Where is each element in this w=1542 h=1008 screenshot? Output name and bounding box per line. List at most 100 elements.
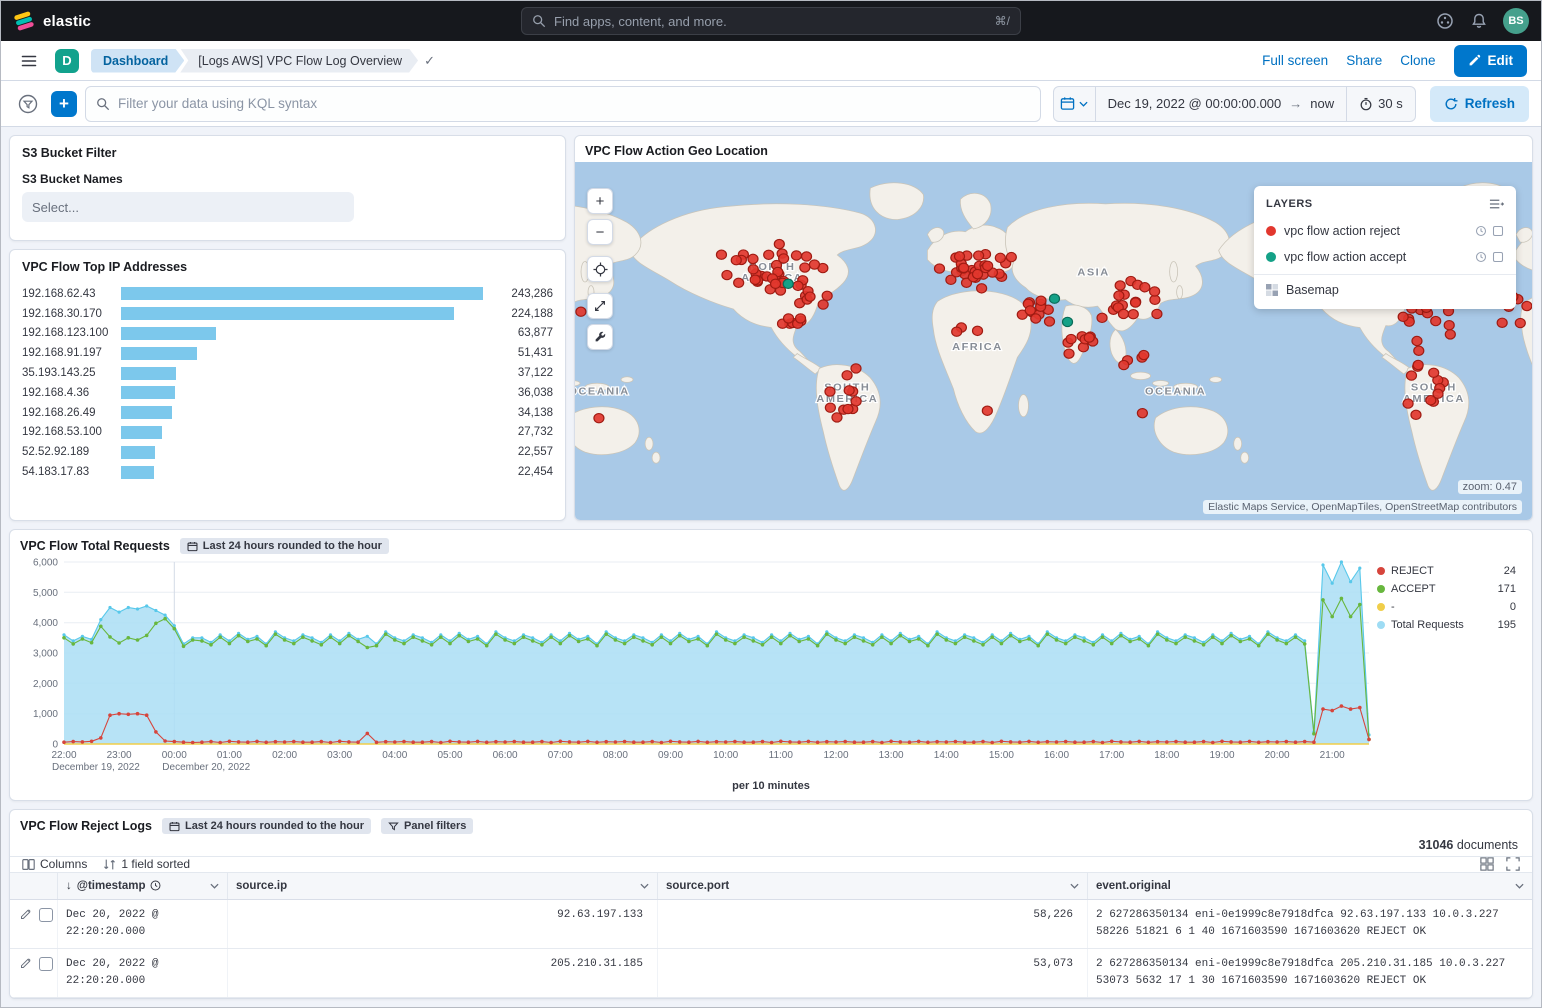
user-avatar[interactable]: BS <box>1503 8 1529 34</box>
panel-title: S3 Bucket Filter <box>22 146 553 160</box>
kql-input[interactable] <box>118 96 1030 111</box>
layer-action-icons[interactable] <box>1475 251 1504 263</box>
breadcrumb-dashboard[interactable]: Dashboard <box>91 49 184 73</box>
ip-bar[interactable] <box>121 406 172 419</box>
cell-source-port: 53,073 <box>658 949 1088 997</box>
layers-collapse-icon[interactable] <box>1489 198 1504 210</box>
header-source-ip[interactable]: source.ip <box>228 873 658 899</box>
breadcrumb-current-dashboard[interactable]: [Logs AWS] VPC Flow Log Overview <box>180 49 418 73</box>
basemap-layer-row[interactable]: Basemap <box>1254 274 1516 303</box>
calendar-dropdown-button[interactable] <box>1054 87 1096 121</box>
display-options-icon[interactable] <box>1480 857 1494 871</box>
svg-text:AFRICA: AFRICA <box>952 341 1003 353</box>
ip-value: 22,557 <box>493 446 553 458</box>
fit-to-data-button[interactable] <box>587 293 613 319</box>
fullscreen-icon[interactable] <box>1506 857 1520 871</box>
ip-bar[interactable] <box>121 466 154 479</box>
refresh-button[interactable]: Refresh <box>1430 86 1529 122</box>
layers-title: LAYERS <box>1266 198 1313 210</box>
menu-hamburger-icon[interactable] <box>15 47 43 75</box>
sort-fields-button-label: 1 field sorted <box>121 857 190 871</box>
legend-item[interactable]: -0 <box>1377 598 1516 616</box>
legend-item[interactable]: ACCEPT171 <box>1377 580 1516 598</box>
map-area[interactable]: NORTHAMERICASOUTHAMERICAAFRICAASIAOCEANI… <box>575 162 1532 520</box>
kql-search-bar[interactable] <box>85 86 1041 122</box>
full-screen-link[interactable]: Full screen <box>1262 53 1328 68</box>
svg-text:December 20, 2022: December 20, 2022 <box>162 762 250 773</box>
ip-bar-row: 192.168.62.43243,286 <box>22 284 553 304</box>
top-ip-addresses-panel: VPC Flow Top IP Addresses 192.168.62.432… <box>9 249 566 521</box>
sort-fields-button[interactable]: 1 field sorted <box>103 857 190 871</box>
set-view-crosshair-button[interactable] <box>587 256 613 282</box>
svg-text:04:00: 04:00 <box>382 750 407 761</box>
total-requests-plot[interactable]: 01,0002,0003,0004,0005,0006,00022:0023:0… <box>20 556 1375 778</box>
svg-text:14:00: 14:00 <box>934 750 959 761</box>
search-icon <box>96 97 110 111</box>
global-search-input[interactable] <box>554 14 987 29</box>
header-timestamp[interactable]: ↓ @timestamp <box>58 873 228 899</box>
map-tools-wrench-button[interactable] <box>587 324 613 350</box>
s3-bucket-select[interactable]: Select... <box>22 192 354 222</box>
chevron-down-icon[interactable] <box>1070 883 1079 889</box>
header-event-original[interactable]: event.original <box>1088 873 1532 899</box>
clock-icon <box>150 880 161 891</box>
svg-text:13:00: 13:00 <box>879 750 904 761</box>
ip-bar[interactable] <box>121 446 155 459</box>
layer-row[interactable]: vpc flow action reject <box>1254 218 1516 244</box>
ip-bar[interactable] <box>121 327 216 340</box>
space-badge[interactable]: D <box>55 49 79 73</box>
ip-bar-track <box>121 367 483 380</box>
date-start[interactable]: Dec 19, 2022 @ 00:00:00.000 <box>1108 96 1282 111</box>
svg-text:21:00: 21:00 <box>1320 750 1345 761</box>
refresh-interval-button[interactable]: 30 s <box>1346 87 1415 121</box>
time-range-badge-label: Last 24 hours rounded to the hour <box>203 540 382 552</box>
ip-bar[interactable] <box>121 386 175 399</box>
row-checkbox[interactable] <box>39 957 53 971</box>
legend-item[interactable]: Total Requests195 <box>1377 616 1516 634</box>
chevron-down-icon[interactable] <box>640 883 649 889</box>
expand-row-icon[interactable] <box>20 957 32 997</box>
panel-title: VPC Flow Action Geo Location <box>575 136 1532 162</box>
ip-bar-row: 192.168.4.3636,038 <box>22 383 553 403</box>
layer-row[interactable]: vpc flow action accept <box>1254 244 1516 270</box>
alerts-bell-icon[interactable] <box>1469 11 1489 31</box>
header-source-port[interactable]: source.port <box>658 873 1088 899</box>
ip-bar-track <box>121 446 483 459</box>
ip-bar[interactable] <box>121 367 176 380</box>
filter-menu-icon[interactable] <box>13 89 43 119</box>
svg-text:0: 0 <box>52 740 58 751</box>
legend-item[interactable]: REJECT24 <box>1377 562 1516 580</box>
time-range-badge[interactable]: Last 24 hours rounded to the hour <box>180 538 389 554</box>
zoom-in-button[interactable]: + <box>587 188 613 214</box>
row-checkbox[interactable] <box>39 908 53 922</box>
edit-button[interactable]: Edit <box>1454 45 1528 77</box>
total-requests-header: VPC Flow Total Requests Last 24 hours ro… <box>20 538 1522 554</box>
layer-action-icons[interactable] <box>1475 225 1504 237</box>
date-end[interactable]: now <box>1310 96 1334 111</box>
share-link[interactable]: Share <box>1346 53 1382 68</box>
add-filter-button[interactable]: + <box>51 91 77 117</box>
reject-logs-header: VPC Flow Reject Logs Last 24 hours round… <box>10 810 1532 836</box>
chevron-down-icon[interactable] <box>210 883 219 889</box>
row-controls <box>10 949 58 997</box>
zoom-out-button[interactable]: − <box>587 219 613 245</box>
chevron-down-icon[interactable] <box>1515 883 1524 889</box>
clone-link[interactable]: Clone <box>1400 53 1435 68</box>
layer-label: vpc flow action reject <box>1284 224 1400 238</box>
ip-label: 54.183.17.83 <box>22 466 117 478</box>
ip-bar[interactable] <box>121 347 197 360</box>
ip-bar[interactable] <box>121 426 162 439</box>
global-search[interactable]: ⌘/ <box>521 7 1021 35</box>
help-icon[interactable] <box>1435 11 1455 31</box>
map-attribution: Elastic Maps Service, OpenMapTiles, Open… <box>1203 500 1522 514</box>
elastic-brand[interactable]: elastic <box>13 10 91 32</box>
basemap-label: Basemap <box>1286 283 1339 297</box>
expand-row-icon[interactable] <box>20 908 32 948</box>
time-range-badge[interactable]: Last 24 hours rounded to the hour <box>162 818 371 834</box>
columns-button[interactable]: Columns <box>22 857 87 871</box>
ip-bar[interactable] <box>121 307 454 320</box>
ip-bar[interactable] <box>121 287 483 300</box>
panel-filters-badge[interactable]: Panel filters <box>381 818 473 834</box>
top-ips-rows: 192.168.62.43243,286192.168.30.170224,18… <box>22 284 553 482</box>
panel-title: VPC Flow Reject Logs <box>20 819 152 833</box>
